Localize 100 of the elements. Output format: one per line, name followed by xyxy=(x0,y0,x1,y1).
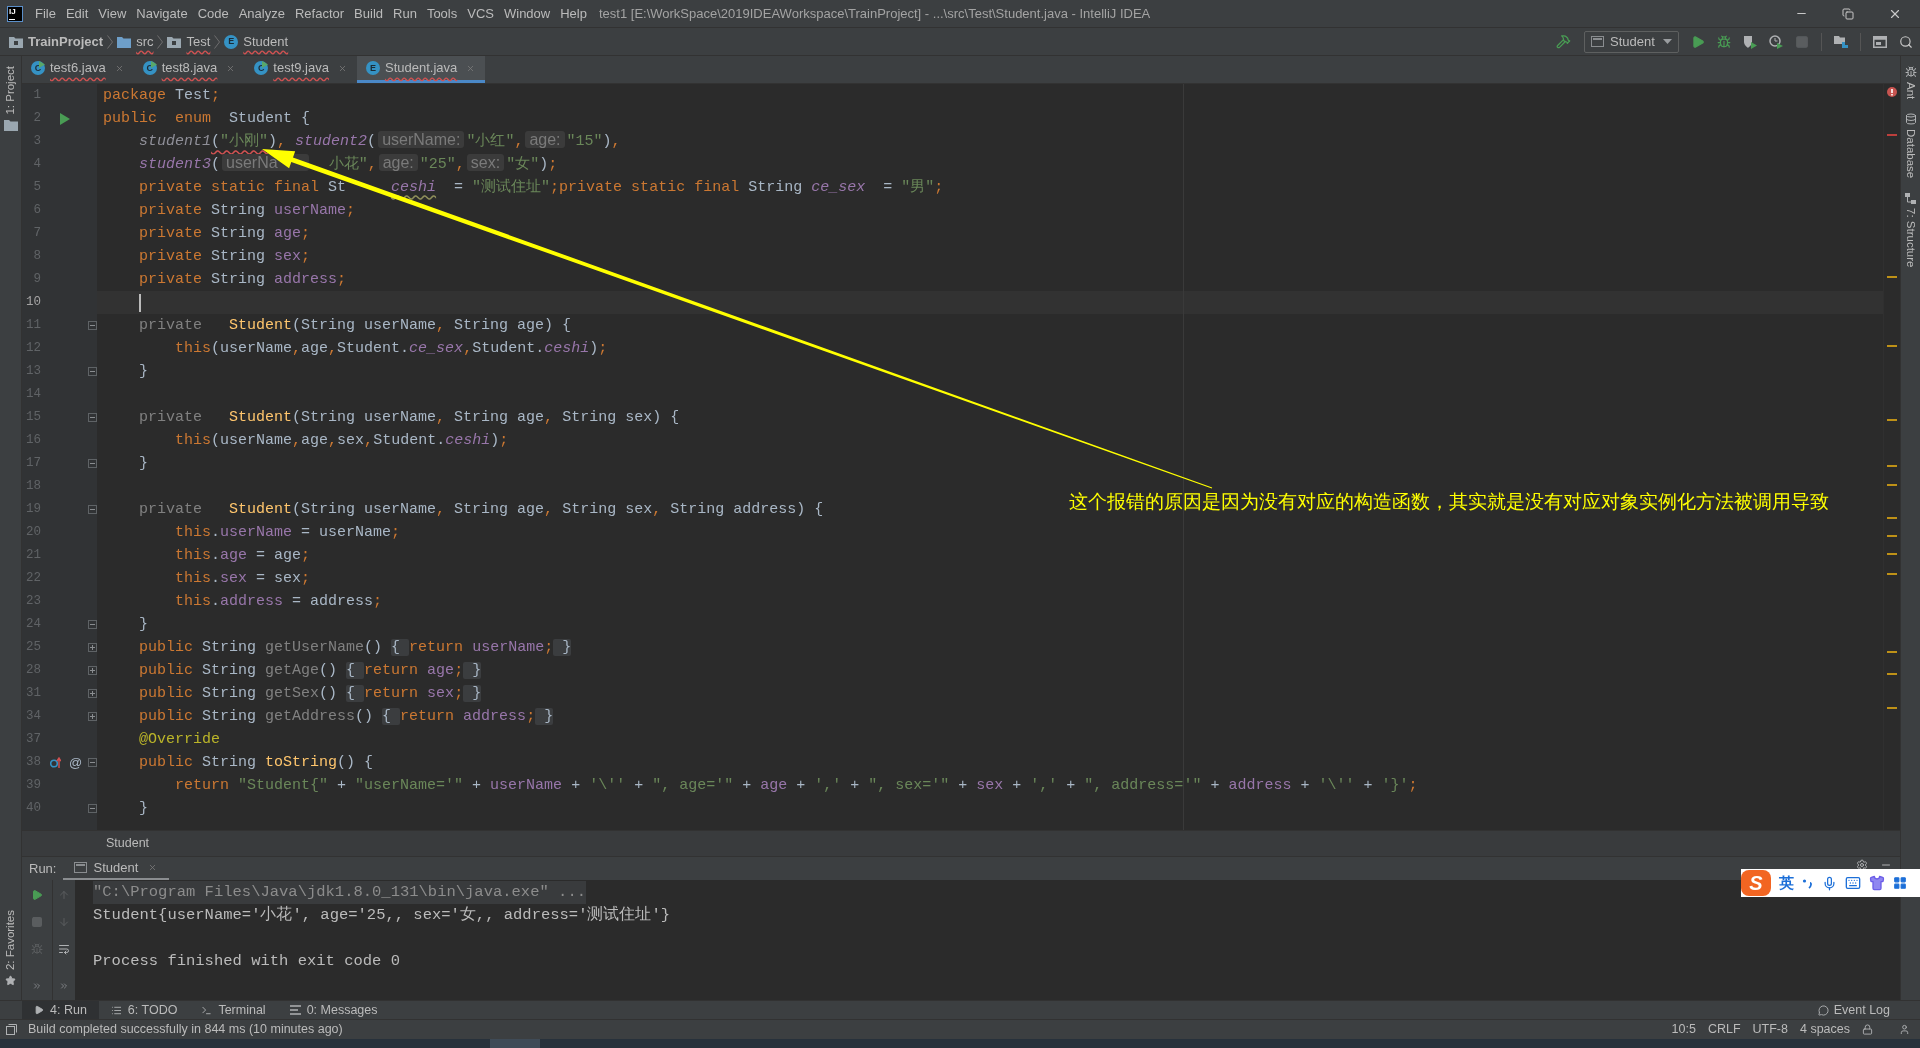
bug-icon[interactable] xyxy=(1904,66,1917,78)
search-icon[interactable] xyxy=(1899,34,1913,49)
run-icon[interactable] xyxy=(60,112,70,125)
collapse-icon[interactable] xyxy=(88,620,97,629)
hammer-icon[interactable] xyxy=(1556,34,1571,49)
status-item[interactable]: CRLF xyxy=(1707,1020,1741,1039)
project-folder-icon xyxy=(9,35,23,48)
code-line: this(userName,age,sex,Student.ceshi); xyxy=(174,430,509,451)
punctuation-icon[interactable] xyxy=(1802,877,1814,889)
expand-icon[interactable] xyxy=(88,689,97,698)
collapse-icon[interactable] xyxy=(88,804,97,813)
window-title: test1 [E:\WorkSpace\2019IDEAWorkspace\TrainProject] - ...\src\Test\Student.java - IntelliJ IDEA xyxy=(598,4,1151,23)
code-line: } xyxy=(138,361,148,382)
code-line: private String userName; xyxy=(138,200,356,221)
window-icon xyxy=(1591,36,1604,47)
collapse-icon[interactable] xyxy=(88,459,97,468)
run-icon[interactable] xyxy=(1691,34,1705,49)
tool-window-tab[interactable]: Database xyxy=(1901,129,1920,179)
code-line: public String getUserName() { return userName; } xyxy=(138,637,572,658)
project-structure-icon[interactable] xyxy=(1834,35,1848,48)
menu-item[interactable]: File xyxy=(35,3,56,24)
expand-icon[interactable] xyxy=(88,643,97,652)
override-icon[interactable] xyxy=(50,757,61,768)
menu-item[interactable]: Window xyxy=(503,3,551,24)
structure-icon[interactable] xyxy=(1905,192,1916,204)
collapse-icon[interactable] xyxy=(88,505,97,514)
menu-item[interactable]: Run xyxy=(393,3,417,24)
status-item[interactable]: 4 spaces xyxy=(1799,1020,1850,1039)
enum-icon: E xyxy=(224,34,239,49)
tool-window-tab[interactable]: 1: Project xyxy=(1,66,20,115)
menu-item[interactable]: VCS xyxy=(467,3,494,24)
menu-item[interactable]: Help xyxy=(560,3,587,24)
menu-item[interactable]: Analyze xyxy=(238,3,285,24)
breadcrumb-item[interactable]: Student xyxy=(106,834,150,853)
status-item[interactable]: 10:5 xyxy=(1671,1020,1696,1039)
menu-item[interactable]: Tools xyxy=(426,3,458,24)
debug-icon[interactable] xyxy=(1717,34,1731,49)
menu-item[interactable]: View xyxy=(98,3,127,24)
console-line: Student{userName='小花', age='25,, sex='女,, address='测试住址'} xyxy=(93,904,671,926)
code-line: private Student(String userName, String age, String sex) { xyxy=(138,407,680,428)
collapse-icon[interactable] xyxy=(88,758,97,767)
code-line: package Test; xyxy=(103,85,221,106)
tool-windows-icon[interactable] xyxy=(6,1024,17,1035)
annotation-text: 这个报错的原因是因为没有对应的构造函数，其实就是没有对应对象实例化方法被调用导致 xyxy=(1069,490,1829,512)
menu-item[interactable]: Edit xyxy=(65,3,89,24)
tool-window-button[interactable]: 6: TODO xyxy=(98,1001,190,1019)
code-line: public String getAddress() { return address; } xyxy=(138,706,554,727)
menu-item[interactable]: Build xyxy=(354,3,383,24)
collapse-icon[interactable] xyxy=(88,367,97,376)
tool-window-button[interactable]: 0: Messages xyxy=(277,1001,390,1019)
menu-item[interactable]: Refactor xyxy=(294,3,345,24)
ime-mode[interactable]: 英 xyxy=(1779,871,1794,895)
expand-icon[interactable] xyxy=(88,666,97,675)
tool-window-tab[interactable]: 7: Structure xyxy=(1901,207,1920,267)
collapse-icon[interactable] xyxy=(88,413,97,422)
person-icon[interactable] xyxy=(1899,1024,1910,1035)
database-icon[interactable] xyxy=(1904,113,1917,126)
code-line: private String sex; xyxy=(138,246,311,267)
lock-icon[interactable] xyxy=(1862,1024,1873,1035)
chevron-icon xyxy=(157,34,164,49)
tool-window-button[interactable]: Terminal xyxy=(189,1001,278,1019)
editor-tab[interactable]: E Student.java xyxy=(356,56,486,83)
at-sign-icon[interactable]: @ xyxy=(69,756,83,769)
code-line: this.sex = sex; xyxy=(174,568,311,589)
menu-item[interactable]: Navigate xyxy=(136,3,188,24)
expand-icon[interactable] xyxy=(88,712,97,721)
breadcrumb-item[interactable]: TrainProject xyxy=(28,31,104,52)
apps-icon[interactable] xyxy=(1893,876,1907,890)
window-icon[interactable] xyxy=(1873,35,1887,48)
coverage-icon[interactable] xyxy=(1743,34,1757,49)
breadcrumb-item[interactable]: src xyxy=(136,31,154,52)
settings-icon[interactable] xyxy=(1856,859,1868,871)
terminal-icon xyxy=(201,1004,213,1016)
code-line: this.address = address; xyxy=(174,591,383,612)
restore-icon[interactable] xyxy=(1842,7,1854,20)
rerun-icon[interactable] xyxy=(31,889,43,901)
code-line: public enum Student { xyxy=(103,108,311,129)
breadcrumb-item[interactable]: Test xyxy=(186,31,211,52)
ime-logo[interactable]: S xyxy=(1741,870,1771,896)
tool-window-tab[interactable]: Ant xyxy=(1901,82,1920,100)
microphone-icon[interactable] xyxy=(1822,875,1837,891)
chevron-icon xyxy=(214,34,221,49)
tool-window-tab[interactable]: 2: Favorites xyxy=(1,909,20,970)
tool-window-button[interactable]: 4: Run xyxy=(22,1001,99,1019)
shirt-icon[interactable] xyxy=(1869,875,1885,891)
run-config-dropdown[interactable]: Student xyxy=(1584,30,1679,53)
status-item[interactable]: UTF-8 xyxy=(1752,1020,1788,1039)
profiler-icon[interactable] xyxy=(1769,34,1783,49)
breadcrumb-item[interactable]: Student xyxy=(243,31,289,52)
error-indicator-icon[interactable] xyxy=(1887,87,1897,97)
event-log-button[interactable]: Event Log xyxy=(1817,1001,1890,1019)
soft-wrap-icon[interactable] xyxy=(58,943,70,955)
code-line: public String getAge() { return age; } xyxy=(138,660,482,681)
keyboard-icon[interactable] xyxy=(1845,875,1861,891)
collapse-icon[interactable] xyxy=(88,321,97,330)
code-line: private String address; xyxy=(138,269,347,290)
code-line: this.userName = userName; xyxy=(174,522,401,543)
star-icon[interactable] xyxy=(5,975,16,986)
menu-item[interactable]: Code xyxy=(197,3,229,24)
caret-icon xyxy=(1663,39,1672,44)
